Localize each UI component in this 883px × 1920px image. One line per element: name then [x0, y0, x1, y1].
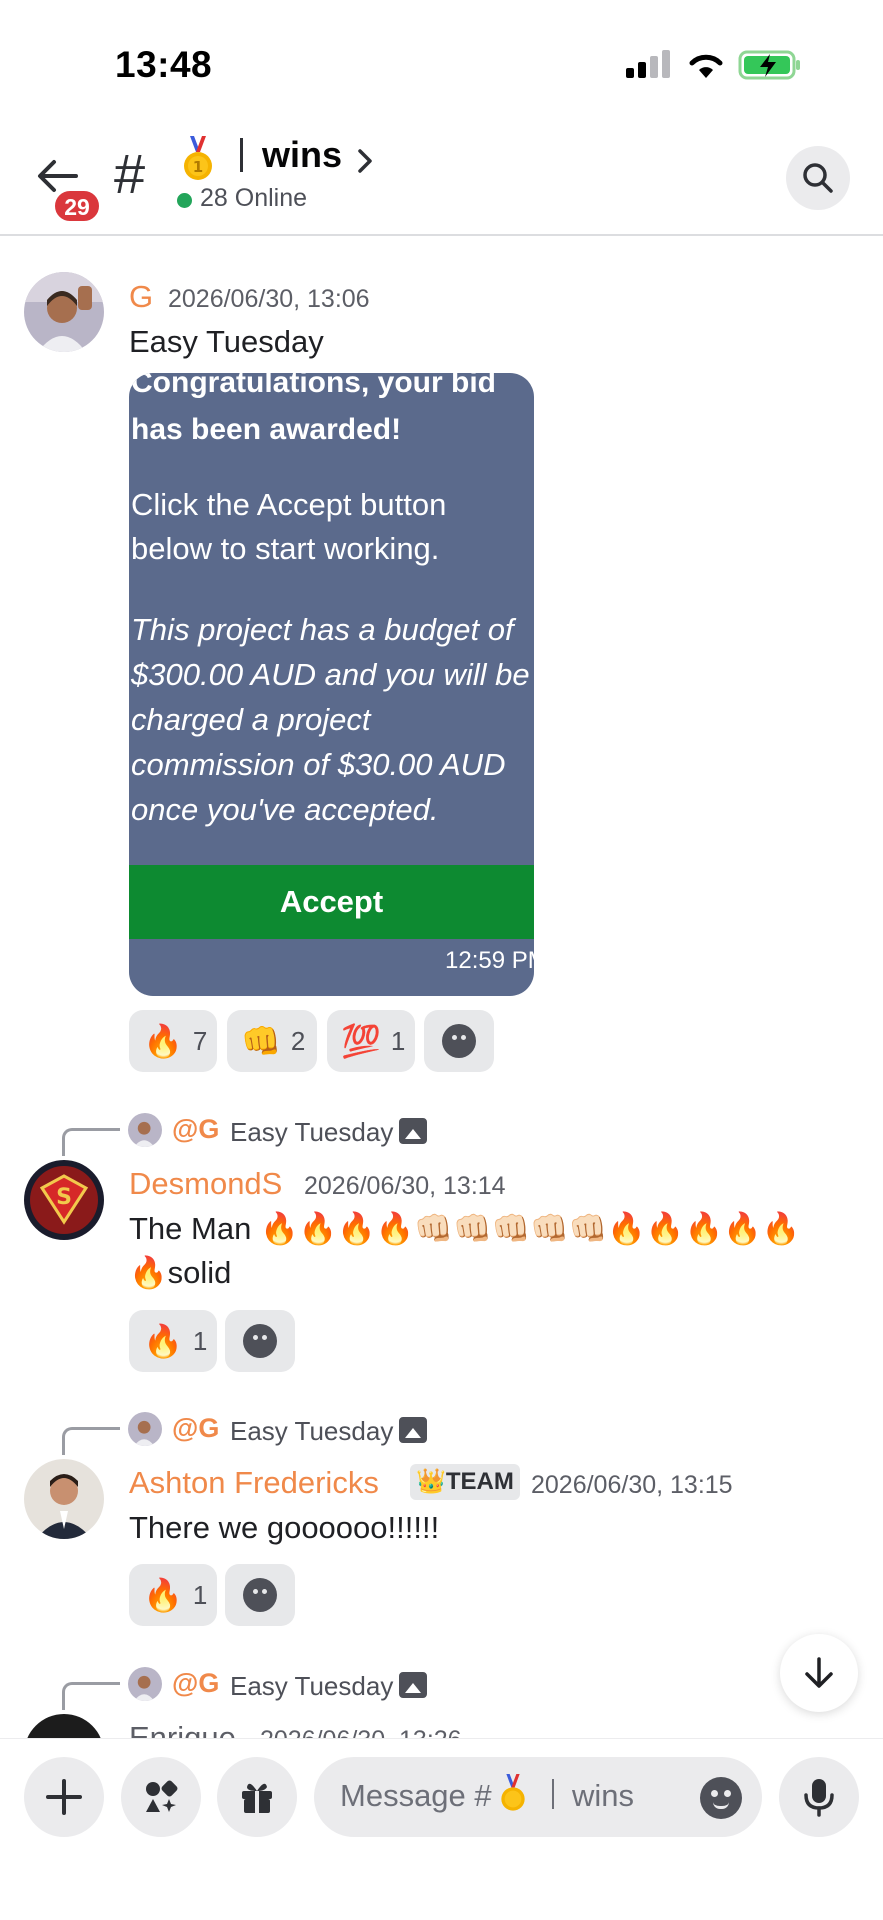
message-text: There we goooooo!!!!!! — [129, 1510, 440, 1545]
add-reaction-icon — [442, 1024, 484, 1066]
image-icon — [399, 1672, 427, 1698]
reply-preview[interactable]: Easy Tuesday — [230, 1416, 393, 1447]
image-attachment[interactable]: Congratulations, your bid has been award… — [129, 373, 534, 996]
battery-charging-icon — [738, 50, 800, 80]
message-timestamp: 2026/06/30, 13:06 — [168, 285, 370, 313]
reaction-count: 1 — [192, 1579, 208, 1610]
reaction-emoji: 🔥 — [143, 1577, 183, 1613]
reaction-hundred[interactable]: 💯 1 — [327, 1010, 415, 1072]
reply-mention[interactable]: @G — [172, 1668, 219, 1699]
reply-preview[interactable]: Easy Tuesday — [230, 1671, 393, 1702]
input-placeholder-channel: wins — [572, 1778, 635, 1813]
online-count: 28 Online — [200, 184, 308, 212]
attachment-budget-note: This project has a budget of $300.00 AUD… — [131, 612, 530, 827]
medal-icon — [501, 1774, 525, 1811]
svg-text:S: S — [56, 1185, 72, 1210]
online-indicator — [177, 193, 192, 208]
svg-text:1: 1 — [193, 158, 203, 176]
voice-message-button[interactable] — [779, 1757, 859, 1837]
jump-to-latest-button[interactable] — [780, 1634, 858, 1712]
reaction-emoji: 👊 — [241, 1023, 281, 1059]
reply-avatar — [128, 1412, 162, 1446]
cellular-signal-icon — [626, 50, 672, 78]
reply-connector — [62, 1128, 120, 1156]
reaction-fist[interactable]: 👊 2 — [227, 1010, 317, 1072]
search-icon — [803, 163, 833, 193]
message-author[interactable]: Ashton Fredericks — [129, 1465, 379, 1501]
add-reaction-button[interactable] — [225, 1564, 295, 1626]
reply-mention[interactable]: @G — [172, 1413, 219, 1444]
reply-avatar — [128, 1113, 162, 1147]
plus-icon — [46, 1779, 82, 1815]
status-time: 13:48 — [115, 44, 213, 85]
avatar[interactable] — [24, 272, 104, 352]
role-tag: 👑TEAM — [410, 1464, 520, 1500]
reaction-count: 1 — [390, 1025, 406, 1056]
reaction-emoji: 🔥 — [143, 1323, 183, 1359]
microphone-icon — [804, 1779, 834, 1817]
message-author[interactable]: DesmondS — [129, 1166, 282, 1202]
add-reaction-button[interactable] — [424, 1010, 494, 1072]
message-text: The Man 🔥🔥🔥🔥👊🏻👊🏻👊🏻👊🏻👊🏻🔥🔥🔥🔥🔥 — [129, 1211, 801, 1246]
accept-button-image: Accept — [129, 865, 534, 939]
chevron-right-icon[interactable] — [356, 148, 374, 174]
reply-avatar — [128, 1667, 162, 1701]
reply-connector — [62, 1427, 120, 1455]
reaction-emoji: 💯 — [341, 1023, 381, 1059]
channel-name[interactable]: wins — [262, 134, 342, 176]
message-text: Easy Tuesday — [129, 324, 324, 359]
reaction-fire[interactable]: 🔥 1 — [129, 1564, 217, 1626]
gift-icon — [242, 1783, 272, 1813]
message-author[interactable]: G — [129, 279, 153, 315]
avatar[interactable]: S — [24, 1160, 104, 1240]
reaction-fire[interactable]: 🔥 1 — [129, 1310, 217, 1372]
search-button[interactable] — [786, 146, 850, 210]
input-placeholder: Message # — [340, 1778, 492, 1813]
reaction-count: 2 — [290, 1025, 306, 1056]
attachment-instruction: Click the Accept button below to start w… — [131, 487, 447, 566]
crown-icon: 👑 — [416, 1468, 446, 1495]
message-composer: Message # wins — [0, 1738, 883, 1920]
apps-button[interactable] — [121, 1757, 201, 1837]
image-icon — [399, 1118, 427, 1144]
reaction-emoji: 🔥 — [143, 1023, 183, 1059]
message-text-continued: 🔥solid — [129, 1255, 232, 1290]
status-bar: 13:48 — [0, 0, 883, 120]
arrow-down-icon — [805, 1657, 833, 1688]
add-reaction-button[interactable] — [225, 1310, 295, 1372]
title-separator — [240, 138, 243, 172]
avatar[interactable] — [24, 1459, 104, 1539]
reaction-count: 7 — [192, 1025, 208, 1056]
placeholder-separator — [552, 1779, 554, 1809]
gift-button[interactable] — [217, 1757, 297, 1837]
message-input[interactable]: Message # wins — [314, 1757, 762, 1837]
apps-icon — [146, 1780, 178, 1812]
attachment-time: 12:59 PM — [445, 947, 534, 974]
image-icon — [399, 1417, 427, 1443]
reaction-fire[interactable]: 🔥 7 — [129, 1010, 217, 1072]
attach-button[interactable] — [24, 1757, 104, 1837]
add-reaction-icon — [243, 1578, 285, 1620]
unread-badge: 29 — [52, 188, 102, 224]
hash-icon: # — [114, 142, 146, 205]
role-tag-label: TEAM — [445, 1468, 514, 1495]
reaction-count: 1 — [192, 1325, 208, 1356]
reply-preview[interactable]: Easy Tuesday — [230, 1117, 393, 1148]
emoji-icon[interactable] — [700, 1777, 742, 1819]
message-timestamp: 2026/06/30, 13:15 — [531, 1471, 733, 1499]
reply-mention[interactable]: @G — [172, 1114, 219, 1145]
reply-connector — [62, 1682, 120, 1710]
wifi-icon — [689, 54, 723, 78]
add-reaction-icon — [243, 1324, 285, 1366]
channel-header: 29 # 1 wins 28 Online — [0, 120, 883, 236]
medal-icon: 1 — [184, 136, 212, 180]
message-timestamp: 2026/06/30, 13:14 — [304, 1172, 506, 1200]
attachment-heading: Congratulations, your bid has been award… — [131, 373, 496, 446]
